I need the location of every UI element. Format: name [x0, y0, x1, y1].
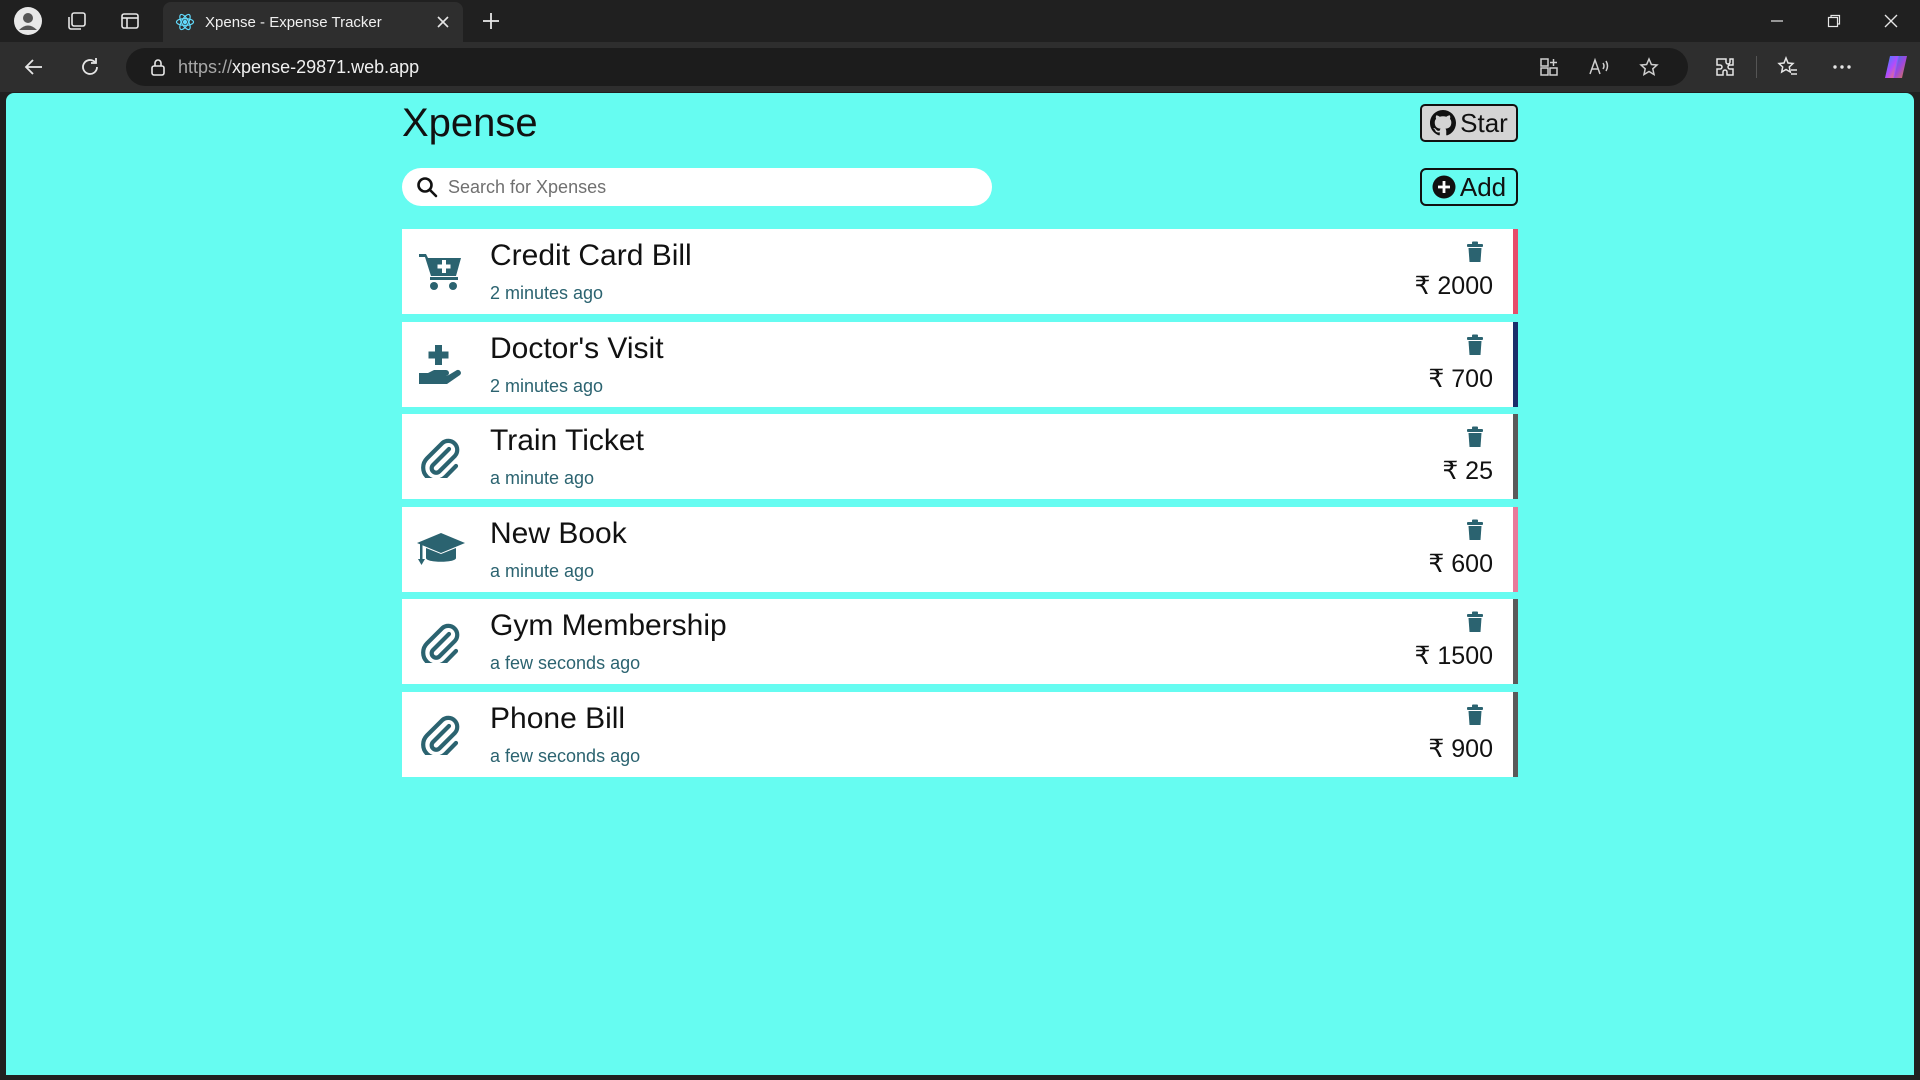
expense-item[interactable]: Doctor's Visit 2 minutes ago ₹ 700 — [402, 321, 1518, 407]
profile-icon[interactable] — [8, 6, 48, 36]
close-tab-icon[interactable] — [429, 8, 457, 36]
paperclip-icon — [416, 434, 466, 479]
plus-circle-icon — [1432, 175, 1456, 199]
github-star-button[interactable]: Star — [1420, 104, 1518, 142]
expense-amount: ₹ 2000 — [1414, 272, 1493, 300]
search-icon — [417, 177, 438, 198]
browser-tab-bar: Xpense - Expense Tracker — [0, 0, 1920, 42]
app-install-icon[interactable] — [1524, 48, 1574, 86]
expense-time: 2 minutes ago — [490, 283, 604, 303]
app-title: Xpense — [402, 101, 538, 145]
address-bar[interactable]: https://xpense-29871.web.app — [126, 48, 1688, 86]
tab-title: Xpense - Expense Tracker — [205, 13, 382, 31]
expense-list: Credit Card Bill 2 minutes ago ₹ 2000 Docto… — [402, 229, 1518, 784]
search-bar[interactable] — [402, 168, 992, 206]
url-text[interactable]: https://xpense-29871.web.app — [178, 57, 1524, 78]
expense-item[interactable]: Credit Card Bill 2 minutes ago ₹ 2000 — [402, 229, 1518, 314]
trash-icon — [1467, 611, 1483, 632]
expense-name: New Book — [490, 516, 627, 550]
expense-time: 2 minutes ago — [490, 375, 604, 396]
trash-icon — [1467, 334, 1483, 355]
url-host: xpense-29871.web.app — [232, 56, 420, 77]
search-input[interactable] — [448, 176, 968, 198]
expense-amount: ₹ 900 — [1428, 734, 1493, 763]
trash-icon — [1467, 426, 1483, 447]
expense-name: Doctor's Visit — [490, 331, 664, 365]
favorite-star-icon[interactable] — [1624, 48, 1674, 86]
workspaces-icon[interactable] — [57, 6, 97, 36]
extensions-icon[interactable] — [1698, 50, 1752, 84]
expense-time: a minute ago — [490, 560, 595, 581]
close-window-icon[interactable] — [1862, 0, 1920, 42]
browser-nav-bar: https://xpense-29871.web.app — [0, 42, 1920, 92]
expense-time: a few seconds ago — [490, 745, 641, 766]
react-favicon-icon — [175, 12, 195, 32]
star-label: Star — [1460, 107, 1508, 138]
delete-expense-button[interactable] — [1463, 424, 1487, 450]
toolbar-separator — [1756, 56, 1757, 78]
add-expense-button[interactable]: Add — [1420, 168, 1518, 206]
delete-expense-button[interactable] — [1463, 609, 1487, 635]
expense-amount: ₹ 25 — [1442, 457, 1493, 485]
lock-icon[interactable] — [138, 48, 178, 86]
trash-icon — [1467, 519, 1483, 540]
url-protocol: https:// — [178, 56, 233, 77]
expense-amount: ₹ 1500 — [1414, 642, 1493, 670]
expense-item[interactable]: New Book a minute ago ₹ 600 — [402, 506, 1518, 592]
more-options-icon[interactable] — [1815, 50, 1869, 84]
expense-name: Credit Card Bill — [490, 239, 692, 272]
expense-name: Gym Membership — [490, 609, 727, 642]
reload-icon[interactable] — [72, 50, 108, 84]
paperclip-icon — [416, 619, 466, 664]
delete-expense-button[interactable] — [1463, 239, 1487, 265]
minimize-icon[interactable] — [1748, 0, 1806, 42]
vertical-tabs-icon[interactable] — [110, 6, 150, 36]
cart-plus-icon — [416, 249, 466, 294]
restore-icon[interactable] — [1805, 0, 1863, 42]
paperclip-icon — [416, 712, 466, 757]
delete-expense-button[interactable] — [1463, 332, 1487, 358]
graduation-cap-icon — [416, 527, 466, 572]
add-label: Add — [1459, 171, 1507, 202]
read-aloud-icon[interactable] — [1574, 48, 1624, 86]
expense-amount: ₹ 700 — [1428, 364, 1493, 393]
expense-amount: ₹ 600 — [1428, 549, 1493, 578]
expense-item[interactable]: Phone Bill a few seconds ago ₹ 900 — [402, 691, 1518, 777]
expense-time: a few seconds ago — [490, 653, 641, 673]
copilot-icon[interactable] — [1869, 50, 1920, 84]
back-icon[interactable] — [16, 50, 52, 84]
delete-expense-button[interactable] — [1463, 702, 1487, 728]
hand-holding-medical-icon — [416, 342, 466, 387]
trash-icon — [1467, 704, 1483, 725]
trash-icon — [1467, 241, 1483, 262]
favorites-icon[interactable] — [1761, 50, 1815, 84]
github-icon — [1430, 110, 1457, 136]
expense-time: a minute ago — [490, 468, 595, 488]
expense-item[interactable]: Gym Membership a few seconds ago ₹ 1500 — [402, 599, 1518, 684]
page-viewport: Xpense Star Add Credit Card Bill 2 minute… — [6, 93, 1914, 1075]
new-tab-icon[interactable] — [474, 6, 508, 36]
browser-tab-active[interactable]: Xpense - Expense Tracker — [163, 2, 463, 42]
expense-name: Train Ticket — [490, 424, 644, 457]
expense-name: Phone Bill — [490, 701, 626, 735]
delete-expense-button[interactable] — [1463, 517, 1487, 543]
expense-item[interactable]: Train Ticket a minute ago ₹ 25 — [402, 414, 1518, 499]
